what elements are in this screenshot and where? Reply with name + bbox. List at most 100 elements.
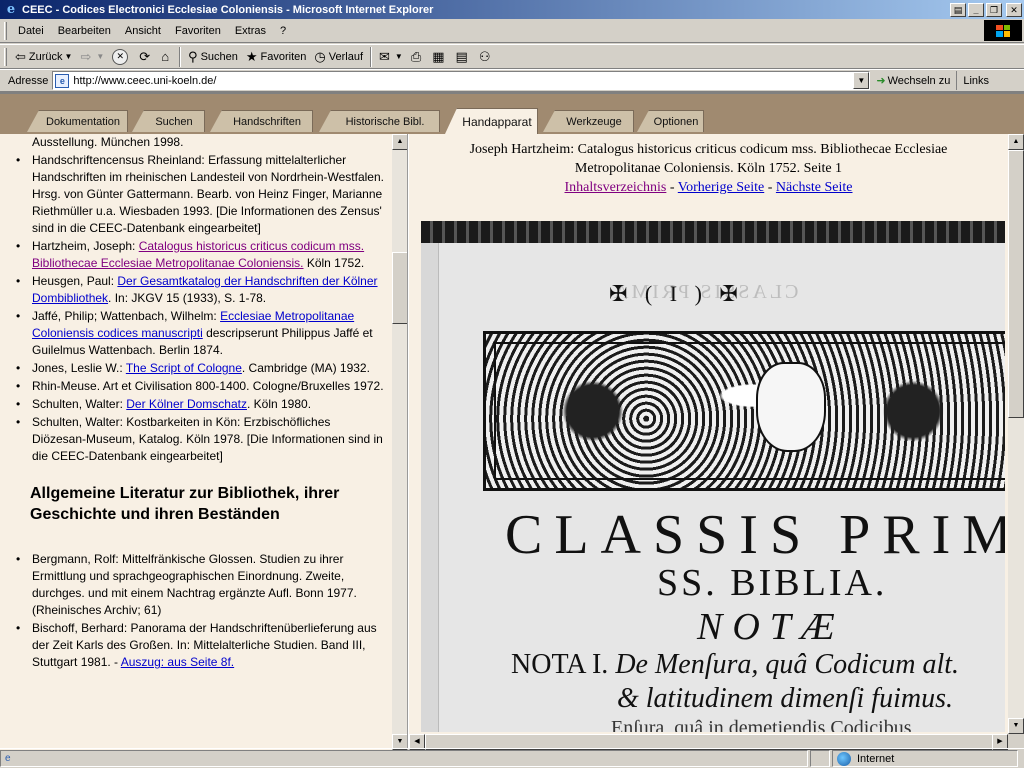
nav-separator: -: [666, 180, 678, 195]
bibliography-entry: • Hartzheim, Joseph: Catalogus historicus…: [16, 238, 386, 272]
toolbar-separator: [179, 46, 182, 67]
tab-historische-bibl[interactable]: Historische Bibl.: [319, 110, 440, 132]
close-button[interactable]: ✕: [1006, 2, 1022, 17]
bullet-icon: •: [16, 397, 21, 411]
bullet-icon: •: [16, 379, 21, 393]
history-icon: ◷: [314, 48, 326, 64]
entry-text-suffix: . In: JKGV 15 (1933), S. 1-78.: [108, 291, 267, 305]
left-scroll-up-icon[interactable]: ▲: [392, 134, 407, 150]
messenger-button[interactable]: ⚇: [475, 46, 498, 68]
back-button[interactable]: ⇦ Zurück ▼: [11, 46, 76, 68]
search-button[interactable]: ⚲ Suchen: [184, 46, 242, 68]
edit-icon: ▦: [432, 48, 445, 64]
previous-page-link[interactable]: Vorherige Seite: [678, 180, 764, 195]
ornament-face-icon: [756, 362, 826, 452]
search-label: Suchen: [200, 50, 238, 63]
favorites-icon: ★: [245, 48, 258, 64]
entry-text: Heusgen, Paul:: [32, 274, 118, 288]
bullet-icon: •: [16, 552, 21, 566]
left-scroll-thumb[interactable]: [392, 252, 407, 324]
favorites-button[interactable]: ★ Favoriten: [242, 46, 311, 68]
links-button[interactable]: Links: [956, 71, 993, 90]
entry-link[interactable]: The Script of Cologne: [126, 361, 242, 375]
tab-handschriften[interactable]: Handschriften: [210, 110, 313, 132]
menu-favoriten[interactable]: Favoriten: [168, 25, 228, 37]
home-button[interactable]: ⌂: [157, 46, 176, 68]
history-button[interactable]: ◷ Verlauf: [310, 46, 367, 68]
scan-line-classis: CLASSIS PRIM: [505, 504, 1005, 566]
right-scroll-up-icon[interactable]: ▲: [1008, 134, 1024, 150]
scan-binding-edge: [421, 221, 1005, 243]
toolbar-grip[interactable]: [4, 47, 7, 66]
status-cell-1: [810, 750, 830, 767]
edit-button[interactable]: ▦: [428, 46, 451, 68]
back-arrow-icon: ⇦: [15, 48, 26, 64]
tab-werkzeuge[interactable]: Werkzeuge: [543, 110, 634, 132]
restore-small-icon[interactable]: ▤: [950, 2, 966, 17]
nav-separator-2: -: [764, 180, 776, 195]
messenger-icon: ⚇: [478, 48, 491, 64]
next-page-link[interactable]: Nächste Seite: [776, 180, 853, 195]
tab-suchen[interactable]: Suchen: [132, 110, 205, 132]
home-icon: ⌂: [161, 49, 170, 64]
toc-link[interactable]: Inhaltsverzeichnis: [565, 180, 667, 195]
refresh-button[interactable]: ⟳: [135, 46, 157, 68]
maximize-button[interactable]: ❐: [986, 2, 1002, 17]
tab-optionen[interactable]: Optionen: [637, 110, 704, 132]
bullet-icon: •: [16, 415, 21, 429]
menu-extras[interactable]: Extras: [228, 25, 273, 37]
right-scroll-thumb[interactable]: [1008, 150, 1024, 418]
entry-link[interactable]: Der Kölner Domschatz: [126, 397, 247, 411]
search-icon: ⚲: [188, 48, 198, 64]
tab-handapparat[interactable]: Handapparat: [445, 108, 538, 134]
mail-button[interactable]: ✉ ▼: [375, 46, 407, 68]
mail-dropdown-icon: ▼: [394, 52, 403, 61]
right-scroll-down-icon[interactable]: ▼: [1008, 718, 1024, 734]
forward-button[interactable]: ⇨ ▼: [76, 46, 108, 68]
status-message: e: [0, 750, 808, 767]
bibliography-entry: • Schulten, Walter: Der Kölner Domschatz.…: [16, 396, 386, 413]
stop-button[interactable]: ✕: [108, 46, 135, 68]
go-button[interactable]: ➜ Wechseln zu: [870, 74, 956, 88]
print-button[interactable]: ⎙: [407, 46, 428, 68]
left-vertical-scrollbar[interactable]: ▲ ▼: [392, 134, 407, 750]
minimize-button[interactable]: _: [968, 2, 984, 17]
back-dropdown-icon[interactable]: ▼: [65, 52, 73, 61]
tab-dokumentation[interactable]: Dokumentation: [27, 110, 128, 132]
entry-link[interactable]: Auszug: aus Seite 8f.: [121, 655, 234, 669]
right-vertical-scrollbar[interactable]: ▲ ▼: [1008, 134, 1024, 734]
address-input[interactable]: e http://www.ceec.uni-koeln.de/ ▼: [52, 71, 871, 90]
refresh-icon: ⟳: [139, 48, 151, 64]
bibliography-entry: • Jaffé, Philip; Wattenbach, Wilhelm: Ecc…: [16, 308, 386, 359]
entry-text: Rhin-Meuse. Art et Civilisation 800-1400…: [32, 379, 384, 393]
menu-ansicht[interactable]: Ansicht: [118, 25, 168, 37]
bibliography-entry: • Rhin-Meuse. Art et Civilisation 800-140…: [16, 378, 386, 395]
zone-label: Internet: [857, 752, 895, 765]
discuss-button[interactable]: ▤: [452, 46, 475, 68]
history-label: Verlauf: [328, 50, 363, 63]
title-bar: e CEEC - Codices Electronici Ecclesiae C…: [0, 0, 1024, 19]
page-icon: e: [55, 73, 70, 88]
print-icon: ⎙: [410, 48, 422, 64]
bullet-icon: •: [16, 239, 21, 253]
discuss-icon: ▤: [455, 48, 468, 64]
forward-dropdown-icon[interactable]: ▼: [96, 52, 104, 61]
address-url[interactable]: http://www.ceec.uni-koeln.de/: [73, 75, 853, 87]
page-navigation: Inhaltsverzeichnis - Vorherige Seite - N…: [409, 178, 1008, 197]
windows-logo-icon: [984, 20, 1022, 41]
menu-bearbeiten[interactable]: Bearbeiten: [51, 25, 118, 37]
entry-text-suffix: Köln 1752.: [303, 256, 365, 270]
favorites-label: Favoriten: [260, 50, 307, 63]
internet-globe-icon: [837, 751, 851, 766]
ie-logo-icon: e: [6, 1, 16, 17]
document-header: Joseph Hartzheim: Catalogus historicus c…: [409, 140, 1008, 197]
back-label: Zurück: [28, 50, 63, 63]
bibliography-entry: • Heusgen, Paul: Der Gesamtkatalog der Ha…: [16, 273, 386, 307]
address-dropdown-icon[interactable]: ▼: [853, 72, 870, 89]
menu-help[interactable]: ?: [273, 25, 293, 37]
menu-datei[interactable]: Datei: [11, 25, 51, 37]
bibliography-entry: • Bergmann, Rolf: Mittelfränkische Glosse…: [16, 551, 386, 619]
entry-text-suffix: . Köln 1980.: [246, 397, 312, 411]
menubar-grip[interactable]: [4, 21, 7, 40]
status-zone: Internet: [832, 750, 1018, 767]
